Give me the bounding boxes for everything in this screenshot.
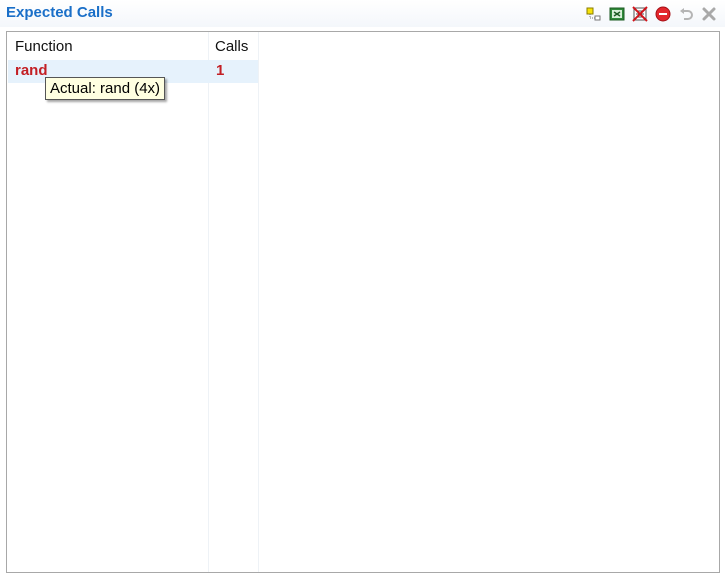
function-cell[interactable]: rand: [15, 62, 48, 79]
calls-cell[interactable]: 1: [216, 62, 224, 79]
expected-calls-table: Function Calls rand 1: [6, 31, 720, 573]
window-title: Expected Calls: [6, 4, 113, 21]
tooltip: Actual: rand (4x): [45, 77, 166, 100]
stop-icon[interactable]: [655, 6, 671, 22]
export-icon[interactable]: [609, 6, 625, 22]
column-header-function[interactable]: Function: [15, 38, 73, 55]
undo-icon: [678, 6, 694, 22]
tree-expand-icon[interactable]: [586, 6, 602, 22]
column-separator[interactable]: [258, 32, 259, 572]
toolbar: [586, 6, 717, 22]
column-header-calls[interactable]: Calls: [215, 38, 248, 55]
clear-all-icon[interactable]: [632, 6, 648, 22]
title-bar: Expected Calls: [0, 0, 725, 27]
close-icon[interactable]: [701, 6, 717, 22]
column-separator[interactable]: [208, 32, 209, 572]
